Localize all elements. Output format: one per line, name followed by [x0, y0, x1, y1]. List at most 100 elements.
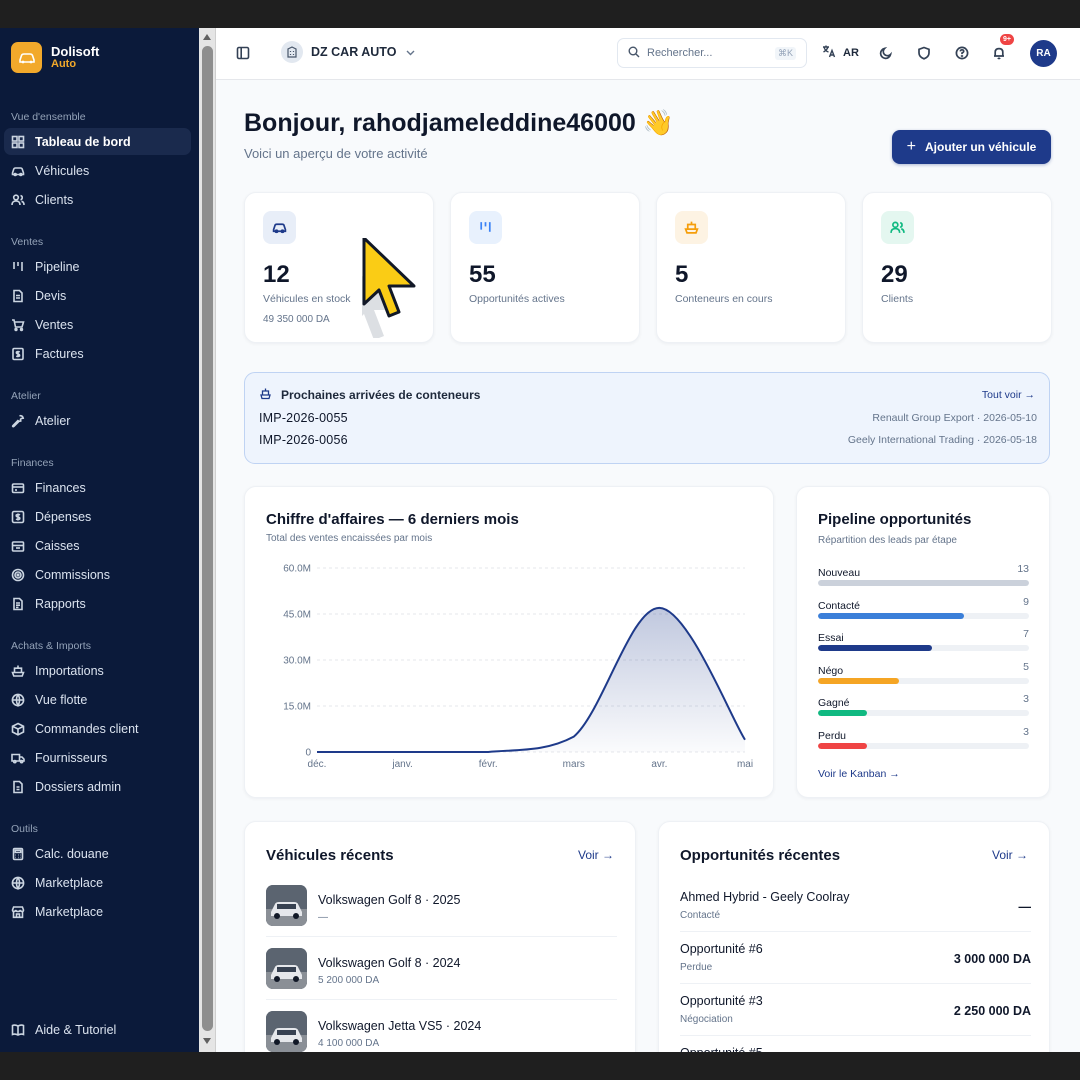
opportunity-status: Perdue [680, 962, 713, 973]
arrivals-title-text: Prochaines arrivées de conteneurs [281, 388, 481, 402]
sidebar-item-pipeline[interactable]: Pipeline [4, 253, 191, 280]
sidebar-toggle-icon[interactable] [236, 46, 250, 60]
revenue-point[interactable] [568, 731, 580, 743]
add-vehicle-button[interactable]: + Ajouter un véhicule [892, 130, 1051, 164]
opportunity-row[interactable]: Opportunité #5 [680, 1036, 1031, 1052]
shield-icon[interactable] [917, 46, 931, 60]
sidebar-item-atelier[interactable]: Atelier [4, 407, 191, 434]
search-input[interactable] [647, 47, 767, 59]
car-icon [11, 164, 25, 178]
sidebar-item-tableau-de-bord[interactable]: Tableau de bord [4, 128, 191, 155]
x-tick-label: avr. [651, 759, 667, 770]
see-vehicles-link[interactable]: Voir → [578, 848, 614, 862]
kanban-link[interactable]: Voir le Kanban → [818, 768, 900, 780]
pipeline-stage-nouveau[interactable]: Nouveau 13 [818, 563, 1029, 586]
pipeline-stage-nego[interactable]: Négo 5 [818, 661, 1029, 684]
revenue-point[interactable] [653, 602, 665, 614]
arrival-row[interactable]: IMP-2026-0056 Geely International Tradin… [259, 433, 1037, 447]
revenue-point[interactable] [482, 746, 494, 758]
revenue-point[interactable] [739, 734, 751, 746]
sidebar-item-label: Aide & Tutoriel [35, 1022, 117, 1037]
sidebar-item-fournisseurs[interactable]: Fournisseurs [4, 744, 191, 771]
recent-opportunities-title: Opportunités récentes [680, 847, 841, 864]
opportunity-row[interactable]: Opportunité #3 Négociation 2 250 000 DA [680, 984, 1031, 1036]
arrivals-title: Prochaines arrivées de conteneurs [259, 387, 480, 403]
arrival-row[interactable]: IMP-2026-0055 Renault Group Export · 202… [259, 411, 1037, 425]
stat-card[interactable]: 12 Véhicules en stock 49 350 000 DA [244, 192, 434, 343]
language-switcher[interactable]: AR [822, 44, 859, 61]
building-icon [281, 41, 303, 63]
sidebar-item-label: Atelier [35, 413, 71, 428]
sidebar-item-caisses[interactable]: Caisses [4, 532, 191, 559]
sidebar-item-calc-douane[interactable]: Calc. douane [4, 840, 191, 867]
stat-card[interactable]: 29 Clients [862, 192, 1052, 343]
pipeline-icon [469, 211, 502, 244]
vehicle-price: 5 200 000 DA [318, 975, 380, 986]
sidebar-item-label: Pipeline [35, 259, 80, 274]
ship-icon [259, 387, 272, 403]
stat-value: 55 [469, 261, 496, 288]
sidebar-item-factures[interactable]: Factures [4, 340, 191, 367]
stat-card[interactable]: 5 Conteneurs en cours [656, 192, 846, 343]
scroll-thumb[interactable] [202, 46, 213, 1031]
scroll-down-arrow-icon[interactable] [203, 1038, 211, 1044]
vehicle-name: Volkswagen Golf 8 · 2025 [318, 893, 461, 907]
avatar[interactable]: RA [1030, 40, 1057, 67]
plus-icon: + [906, 138, 916, 155]
sidebar-item-importations[interactable]: Importations [4, 657, 191, 684]
search-box[interactable]: ⌘K [617, 38, 807, 68]
bell-icon[interactable] [992, 46, 1006, 60]
sidebar-item-aide-tutoriel[interactable]: Aide & Tutoriel [4, 1016, 191, 1043]
main-area: DZ CAR AUTO ⌘K AR 9+ RA [216, 28, 1080, 1052]
opportunity-row[interactable]: Ahmed Hybrid - Geely Coolray Contacté — [680, 880, 1031, 932]
sidebar-item-clients[interactable]: Clients [4, 186, 191, 213]
sidebar-group-label: Ventes [11, 236, 44, 248]
company-switcher[interactable]: DZ CAR AUTO [281, 41, 415, 63]
sidebar-item-rapports[interactable]: Rapports [4, 590, 191, 617]
sidebar-item-marketplace[interactable]: Marketplace [4, 898, 191, 925]
brand-name: Dolisoft [51, 43, 100, 59]
language-label: AR [843, 46, 859, 59]
stat-value: 5 [675, 261, 689, 288]
sidebar-item-dossiers-admin[interactable]: Dossiers admin [4, 773, 191, 800]
dashboard-icon [11, 135, 25, 149]
help-icon[interactable] [955, 46, 969, 60]
chevron-down-icon [406, 45, 415, 59]
vehicle-row[interactable]: Volkswagen Jetta VS5 · 2024 4 100 000 DA [266, 1001, 617, 1052]
see-all-arrivals-link[interactable]: Tout voir → [982, 389, 1035, 401]
sidebar-item-vue-flotte[interactable]: Vue flotte [4, 686, 191, 713]
x-tick-label: janv. [391, 759, 412, 770]
stat-label: Opportunités actives [469, 293, 565, 305]
recent-vehicles-title: Véhicules récents [266, 847, 394, 864]
sidebar-item-marketplace[interactable]: Marketplace [4, 869, 191, 896]
sidebar-item-commandes-client[interactable]: Commandes client [4, 715, 191, 742]
users-icon [881, 211, 914, 244]
sidebar-item-label: Commandes client [35, 721, 139, 736]
sidebar-scrollbar[interactable] [199, 28, 216, 1052]
opportunity-row[interactable]: Opportunité #6 Perdue 3 000 000 DA [680, 932, 1031, 984]
stat-card[interactable]: 55 Opportunités actives [450, 192, 640, 343]
sidebar-item-finances[interactable]: Finances [4, 474, 191, 501]
translate-icon [822, 44, 836, 61]
pipeline-stage-gagne[interactable]: Gagné 3 [818, 693, 1029, 716]
pipeline-stage-essai[interactable]: Essai 7 [818, 628, 1029, 651]
brand[interactable]: Dolisoft Auto [11, 42, 99, 73]
company-name: DZ CAR AUTO [311, 45, 397, 59]
pipeline-stage-contacte[interactable]: Contacté 9 [818, 596, 1029, 619]
stage-bar [818, 612, 965, 619]
stage-name: Négo [818, 664, 844, 677]
sidebar-item-depenses[interactable]: Dépenses [4, 503, 191, 530]
pipeline-stage-perdu[interactable]: Perdu 3 [818, 726, 1029, 749]
vehicle-row[interactable]: Volkswagen Golf 8 · 2025 — [266, 875, 617, 937]
opportunity-amount: 2 250 000 DA [953, 1004, 1031, 1018]
scroll-up-arrow-icon[interactable] [203, 34, 211, 40]
see-opportunities-link[interactable]: Voir → [992, 848, 1028, 862]
moon-icon[interactable] [879, 46, 893, 60]
vehicle-row[interactable]: Volkswagen Golf 8 · 2024 5 200 000 DA [266, 938, 617, 1000]
revenue-point[interactable] [397, 746, 409, 758]
sidebar-item-ventes[interactable]: Ventes [4, 311, 191, 338]
sidebar-item-vehicules[interactable]: Véhicules [4, 157, 191, 184]
sidebar-item-devis[interactable]: Devis [4, 282, 191, 309]
revenue-point[interactable] [311, 746, 323, 758]
sidebar-item-commissions[interactable]: Commissions [4, 561, 191, 588]
